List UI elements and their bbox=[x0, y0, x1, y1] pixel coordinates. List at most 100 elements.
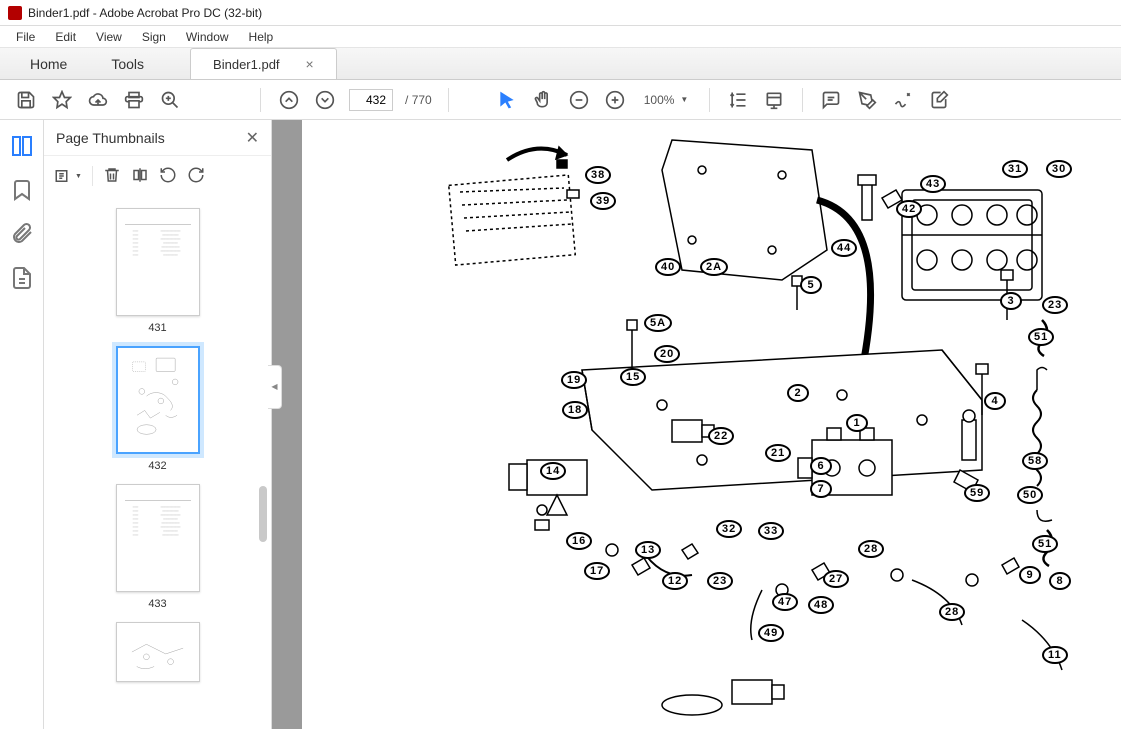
callout-43: 43 bbox=[920, 175, 946, 193]
thumbnails-rail-icon[interactable] bbox=[10, 134, 34, 158]
callout-8: 8 bbox=[1049, 572, 1071, 590]
thumb-label: 432 bbox=[68, 460, 247, 472]
thumbnail-item[interactable]: 432 bbox=[44, 340, 271, 478]
rotate-cw-icon[interactable] bbox=[187, 166, 205, 187]
insert-pages-icon[interactable] bbox=[131, 166, 149, 187]
callout-30: 30 bbox=[1046, 160, 1072, 178]
menu-window[interactable]: Window bbox=[176, 28, 239, 46]
callout-42: 42 bbox=[896, 200, 922, 218]
callout-40: 40 bbox=[655, 258, 681, 276]
tab-file-label: Binder1.pdf bbox=[213, 57, 280, 72]
separator bbox=[709, 88, 710, 112]
highlight-icon[interactable] bbox=[855, 88, 879, 112]
hand-tool-icon[interactable] bbox=[531, 88, 555, 112]
callout-7: 7 bbox=[810, 480, 832, 498]
thumbs-scrollbar[interactable] bbox=[258, 196, 268, 729]
callout-58: 58 bbox=[1022, 452, 1048, 470]
separator bbox=[448, 88, 449, 112]
left-rail bbox=[0, 120, 44, 729]
callout-18: 18 bbox=[562, 401, 588, 419]
callout-5: 5 bbox=[800, 276, 822, 294]
titlebar: Binder1.pdf - Adobe Acrobat Pro DC (32-b… bbox=[0, 0, 1121, 26]
zoom-in-icon[interactable] bbox=[603, 88, 627, 112]
delete-icon[interactable] bbox=[103, 166, 121, 187]
find-icon[interactable] bbox=[158, 88, 182, 112]
thumbnail-item[interactable]: ━━━━━━━━━━━━━━━━━━━━━━━━ ━━━━━━━━━━━━━━━… bbox=[44, 478, 271, 616]
callout-51: 51 bbox=[1028, 328, 1054, 346]
callout-39: 39 bbox=[590, 192, 616, 210]
selection-tool-icon[interactable] bbox=[495, 88, 519, 112]
options-icon[interactable]: ▼ bbox=[54, 167, 82, 185]
tabs-bar: Home Tools Binder1.pdf × bbox=[0, 48, 1121, 80]
comment-icon[interactable] bbox=[819, 88, 843, 112]
edit-pdf-icon[interactable] bbox=[927, 88, 951, 112]
separator bbox=[802, 88, 803, 112]
parts-diagram bbox=[302, 120, 1121, 729]
callout-51: 51 bbox=[1032, 535, 1058, 553]
page-total: / 770 bbox=[405, 93, 432, 107]
tab-home[interactable]: Home bbox=[8, 49, 89, 79]
thumbnail-item[interactable]: ━━━━━━━━━━━━━━━━━━━━━ ━━━━━━━━━━━━━━━━━━… bbox=[44, 202, 271, 340]
callout-22: 22 bbox=[708, 427, 734, 445]
thumbnail-item[interactable] bbox=[44, 616, 271, 694]
callout-28: 28 bbox=[939, 603, 965, 621]
page-up-icon[interactable] bbox=[277, 88, 301, 112]
thumbnails-list[interactable]: ━━━━━━━━━━━━━━━━━━━━━ ━━━━━━━━━━━━━━━━━━… bbox=[44, 196, 271, 729]
callout-6: 6 bbox=[810, 457, 832, 475]
callout-23: 23 bbox=[1042, 296, 1068, 314]
toolbar: / 770 100% ▼ bbox=[0, 80, 1121, 120]
menu-file[interactable]: File bbox=[6, 28, 45, 46]
sign-icon[interactable] bbox=[891, 88, 915, 112]
menu-sign[interactable]: Sign bbox=[132, 28, 176, 46]
callout-32: 32 bbox=[716, 520, 742, 538]
menu-help[interactable]: Help bbox=[239, 28, 284, 46]
close-panel-icon[interactable]: ✕ bbox=[246, 128, 259, 148]
page-down-icon[interactable] bbox=[313, 88, 337, 112]
star-icon[interactable] bbox=[50, 88, 74, 112]
main-area: Page Thumbnails ✕ ▼ ━━━━━━━━━━━━━━━━━━━━… bbox=[0, 120, 1121, 729]
rotate-ccw-icon[interactable] bbox=[159, 166, 177, 187]
callout-44: 44 bbox=[831, 239, 857, 257]
page-gutter bbox=[272, 120, 302, 729]
callout-19: 19 bbox=[561, 371, 587, 389]
panel-title: Page Thumbnails bbox=[56, 130, 165, 146]
cloud-upload-icon[interactable] bbox=[86, 88, 110, 112]
attachments-rail-icon[interactable] bbox=[10, 222, 34, 246]
zoom-out-icon[interactable] bbox=[567, 88, 591, 112]
callout-1: 1 bbox=[846, 414, 868, 432]
panel-toolbar: ▼ bbox=[44, 156, 271, 196]
callout-2A: 2A bbox=[700, 258, 728, 276]
tab-file[interactable]: Binder1.pdf × bbox=[190, 48, 337, 79]
layers-rail-icon[interactable] bbox=[10, 266, 34, 290]
close-tab-icon[interactable]: × bbox=[306, 56, 314, 72]
callout-14: 14 bbox=[540, 462, 566, 480]
callout-12: 12 bbox=[662, 572, 688, 590]
callout-49: 49 bbox=[758, 624, 784, 642]
tab-tools[interactable]: Tools bbox=[89, 49, 166, 79]
menu-edit[interactable]: Edit bbox=[45, 28, 86, 46]
callout-5A: 5A bbox=[644, 314, 672, 332]
thumbnails-panel: Page Thumbnails ✕ ▼ ━━━━━━━━━━━━━━━━━━━━… bbox=[44, 120, 272, 729]
fit-page-icon[interactable] bbox=[762, 88, 786, 112]
callout-23: 23 bbox=[707, 572, 733, 590]
document-area[interactable]: 3839402A4454243313032351419155A201821422… bbox=[272, 120, 1121, 729]
callout-33: 33 bbox=[758, 522, 784, 540]
zoom-level-select[interactable]: 100% ▼ bbox=[639, 90, 694, 110]
fit-width-icon[interactable] bbox=[726, 88, 750, 112]
callout-38: 38 bbox=[585, 166, 611, 184]
separator bbox=[260, 88, 261, 112]
callout-4: 4 bbox=[984, 392, 1006, 410]
callout-11: 11 bbox=[1042, 646, 1068, 664]
callout-28: 28 bbox=[858, 540, 884, 558]
callout-21: 21 bbox=[765, 444, 791, 462]
page-number-input[interactable] bbox=[349, 89, 393, 111]
save-icon[interactable] bbox=[14, 88, 38, 112]
menu-view[interactable]: View bbox=[86, 28, 132, 46]
callout-2: 2 bbox=[787, 384, 809, 402]
window-title: Binder1.pdf - Adobe Acrobat Pro DC (32-b… bbox=[28, 6, 262, 20]
callout-16: 16 bbox=[566, 532, 592, 550]
collapse-panel-handle[interactable] bbox=[268, 365, 282, 409]
print-icon[interactable] bbox=[122, 88, 146, 112]
bookmarks-rail-icon[interactable] bbox=[10, 178, 34, 202]
acrobat-logo-icon bbox=[8, 6, 22, 20]
